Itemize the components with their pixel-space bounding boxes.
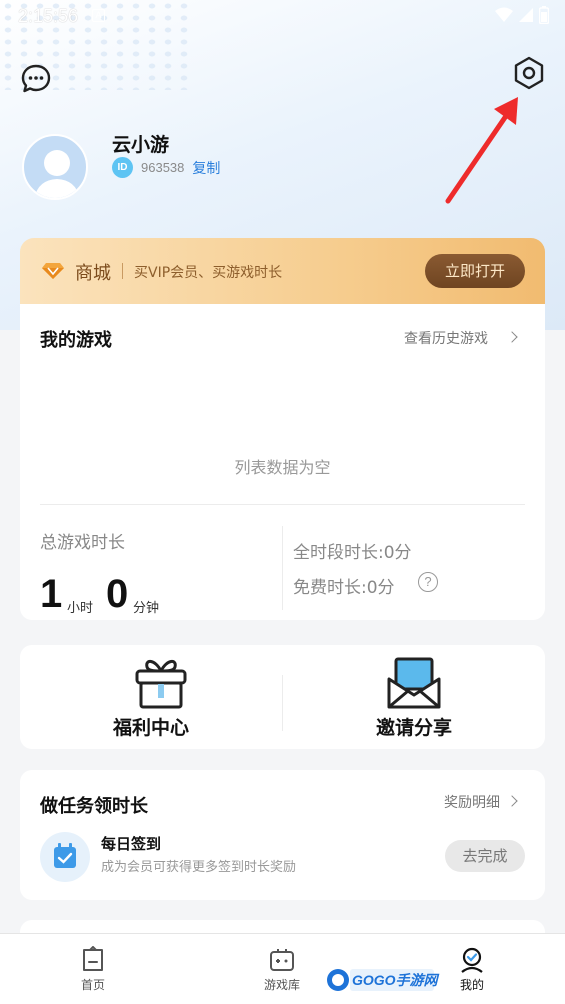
hours-value: 1 xyxy=(40,572,63,616)
envelope-icon xyxy=(387,657,441,709)
invite-share-label: 邀请分享 xyxy=(375,717,452,739)
invite-share-button[interactable]: 邀请分享 xyxy=(283,645,545,749)
open-mall-button[interactable]: 立即打开 xyxy=(425,254,525,288)
empty-list-text: 列表数据为空 xyxy=(234,458,331,477)
status-time: 2:15:56 xyxy=(18,6,79,26)
my-games-card: 我的游戏 查看历史游戏 列表数据为空 总游戏时长 1 小时 0 分钟 全时段时长… xyxy=(20,304,545,620)
mall-subtitle: 买VIP会员、买游戏时长 xyxy=(134,265,283,281)
avatar[interactable] xyxy=(22,134,88,200)
mall-banner[interactable]: 商城 买VIP会员、买游戏时长 立即打开 xyxy=(20,238,545,304)
nav-home[interactable]: 首页 xyxy=(63,946,123,993)
mall-separator xyxy=(122,263,123,279)
tasks-card: 做任务领时长 奖励明细 每日签到 成为会员可获得更多签到时长奖励 去完成 xyxy=(20,770,545,900)
gift-box-icon xyxy=(135,660,187,709)
chevron-right-icon[interactable] xyxy=(506,331,518,343)
reward-details-link[interactable]: 奖励明细 xyxy=(444,792,500,812)
nav-game-library-label: 游戏库 xyxy=(263,978,300,992)
minutes-unit: 分钟 xyxy=(133,601,160,616)
total-time-label: 总游戏时长 xyxy=(40,533,125,553)
divider xyxy=(40,504,525,505)
chat-icon[interactable] xyxy=(20,63,52,95)
battery-icon xyxy=(539,6,549,24)
nav-mine-label: 我的 xyxy=(459,978,484,992)
go-complete-button[interactable]: 去完成 xyxy=(445,840,525,872)
signal-icon xyxy=(519,8,533,22)
daily-checkin-title: 每日签到 xyxy=(101,835,162,853)
my-games-title: 我的游戏 xyxy=(40,330,112,351)
status-icons xyxy=(495,6,549,24)
nav-game-library[interactable]: 游戏库 xyxy=(252,946,312,993)
home-icon xyxy=(83,946,103,971)
stats-divider xyxy=(282,526,283,610)
settings-icon[interactable] xyxy=(511,55,547,91)
free-duration: 免费时长:0分 xyxy=(293,578,395,598)
gamepad-icon xyxy=(270,949,294,971)
chevron-right-icon[interactable] xyxy=(506,795,518,807)
profile-icon xyxy=(461,947,483,973)
user-id-row: ID 963538 复制 xyxy=(112,157,220,178)
hours-unit: 小时 xyxy=(67,601,94,616)
bottom-nav: 首页 游戏库 我的 xyxy=(0,933,565,1004)
minutes-value: 0 xyxy=(106,572,129,616)
user-id-number: 963538 xyxy=(141,160,185,175)
notification-icon: A xyxy=(92,9,105,22)
action-card: 福利中心 邀请分享 xyxy=(20,645,545,749)
mall-title: 商城 xyxy=(75,263,111,284)
diamond-icon xyxy=(42,263,64,279)
tasks-title: 做任务领时长 xyxy=(40,796,148,817)
status-bar: 2:15:56 A xyxy=(0,0,565,32)
wifi-icon xyxy=(495,7,513,22)
watermark-text: GOGO手游网 xyxy=(352,972,438,988)
nav-mine[interactable]: 我的 xyxy=(442,946,502,993)
calendar-check-icon xyxy=(54,843,76,868)
help-icon[interactable]: ? xyxy=(418,572,438,592)
task-icon-bg xyxy=(40,832,90,882)
welfare-center-label: 福利中心 xyxy=(112,717,189,739)
nav-home-label: 首页 xyxy=(80,978,105,992)
daily-checkin-desc: 成为会员可获得更多签到时长奖励 xyxy=(101,860,297,875)
copy-id-button[interactable]: 复制 xyxy=(192,158,220,178)
all-time-duration: 全时段时长:0分 xyxy=(293,543,412,563)
view-history-link[interactable]: 查看历史游戏 xyxy=(404,328,488,348)
username: 云小游 xyxy=(112,134,170,156)
id-badge-icon: ID xyxy=(112,157,133,178)
welfare-center-button[interactable]: 福利中心 xyxy=(20,645,282,749)
red-arrow-annotation xyxy=(445,97,518,204)
